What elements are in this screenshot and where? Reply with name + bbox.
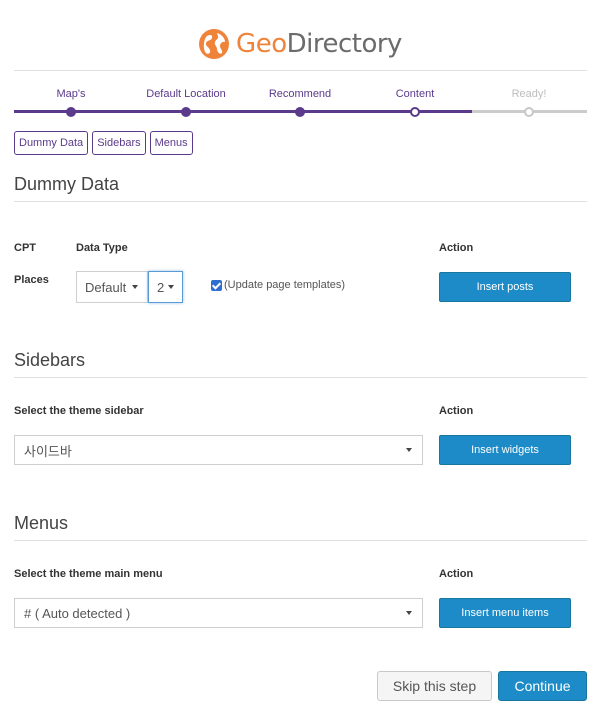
menu-select-label: Select the theme main menu	[14, 568, 163, 580]
continue-button[interactable]: Continue	[498, 671, 587, 701]
divider	[14, 377, 587, 378]
insert-posts-button[interactable]: Insert posts	[439, 272, 571, 302]
update-page-templates-label: (Update page templates)	[224, 279, 346, 291]
action-column-header: Action	[439, 568, 474, 580]
tab-sidebars[interactable]: Sidebars	[92, 131, 146, 155]
menus-heading: Menus	[14, 513, 69, 533]
sidebar-select[interactable]: 사이드바	[14, 435, 423, 465]
insert-widgets-button[interactable]: Insert widgets	[439, 435, 571, 465]
insert-menu-items-button[interactable]: Insert menu items	[439, 598, 571, 628]
tab-dummy-data[interactable]: Dummy Data	[14, 131, 89, 155]
section-tabs: Dummy Data Sidebars Menus	[14, 131, 193, 155]
step-dot	[295, 107, 305, 117]
tab-menus[interactable]: Menus	[149, 131, 193, 155]
dummy-data-heading: Dummy Data	[14, 174, 120, 194]
wizard-steps: Map's Default Location Recommend Content…	[14, 86, 587, 118]
step-default-location[interactable]: Default Location	[126, 86, 246, 117]
divider	[14, 70, 587, 71]
sidebar-select-label: Select the theme sidebar	[14, 405, 144, 417]
skip-step-button[interactable]: Skip this step	[377, 671, 492, 701]
data-count-select[interactable]: 2	[148, 271, 183, 303]
logo: GeoDirectory	[0, 24, 600, 64]
update-page-templates-checkbox[interactable]	[211, 279, 222, 291]
step-ready: Ready!	[469, 86, 589, 117]
caret-down-icon	[132, 285, 139, 289]
step-dot-future	[524, 107, 534, 117]
step-dot	[181, 107, 191, 117]
globe-icon	[199, 29, 230, 59]
divider	[14, 201, 587, 202]
action-column-header: Action	[439, 242, 474, 254]
caret-down-icon	[406, 611, 412, 615]
divider	[14, 540, 587, 541]
action-column-header: Action	[439, 405, 474, 417]
step-maps[interactable]: Map's	[11, 86, 131, 117]
progress-line-complete	[14, 110, 472, 113]
step-content[interactable]: Content	[355, 86, 475, 117]
menu-select[interactable]: # ( Auto detected )	[14, 598, 423, 628]
sidebars-heading: Sidebars	[14, 350, 86, 370]
data-type-column-header: Data Type	[76, 242, 128, 254]
update-page-templates-option[interactable]: (Update page templates)	[211, 279, 345, 291]
cpt-column-header: CPT	[14, 242, 36, 254]
cpt-places-label: Places	[14, 274, 49, 286]
step-dot-current	[410, 107, 420, 117]
brand-name: GeoDirectory	[236, 29, 402, 59]
caret-down-icon	[168, 285, 175, 289]
caret-down-icon	[406, 448, 412, 452]
data-type-select[interactable]: Default	[76, 271, 148, 303]
step-recommend[interactable]: Recommend	[240, 86, 360, 117]
step-dot	[66, 107, 76, 117]
